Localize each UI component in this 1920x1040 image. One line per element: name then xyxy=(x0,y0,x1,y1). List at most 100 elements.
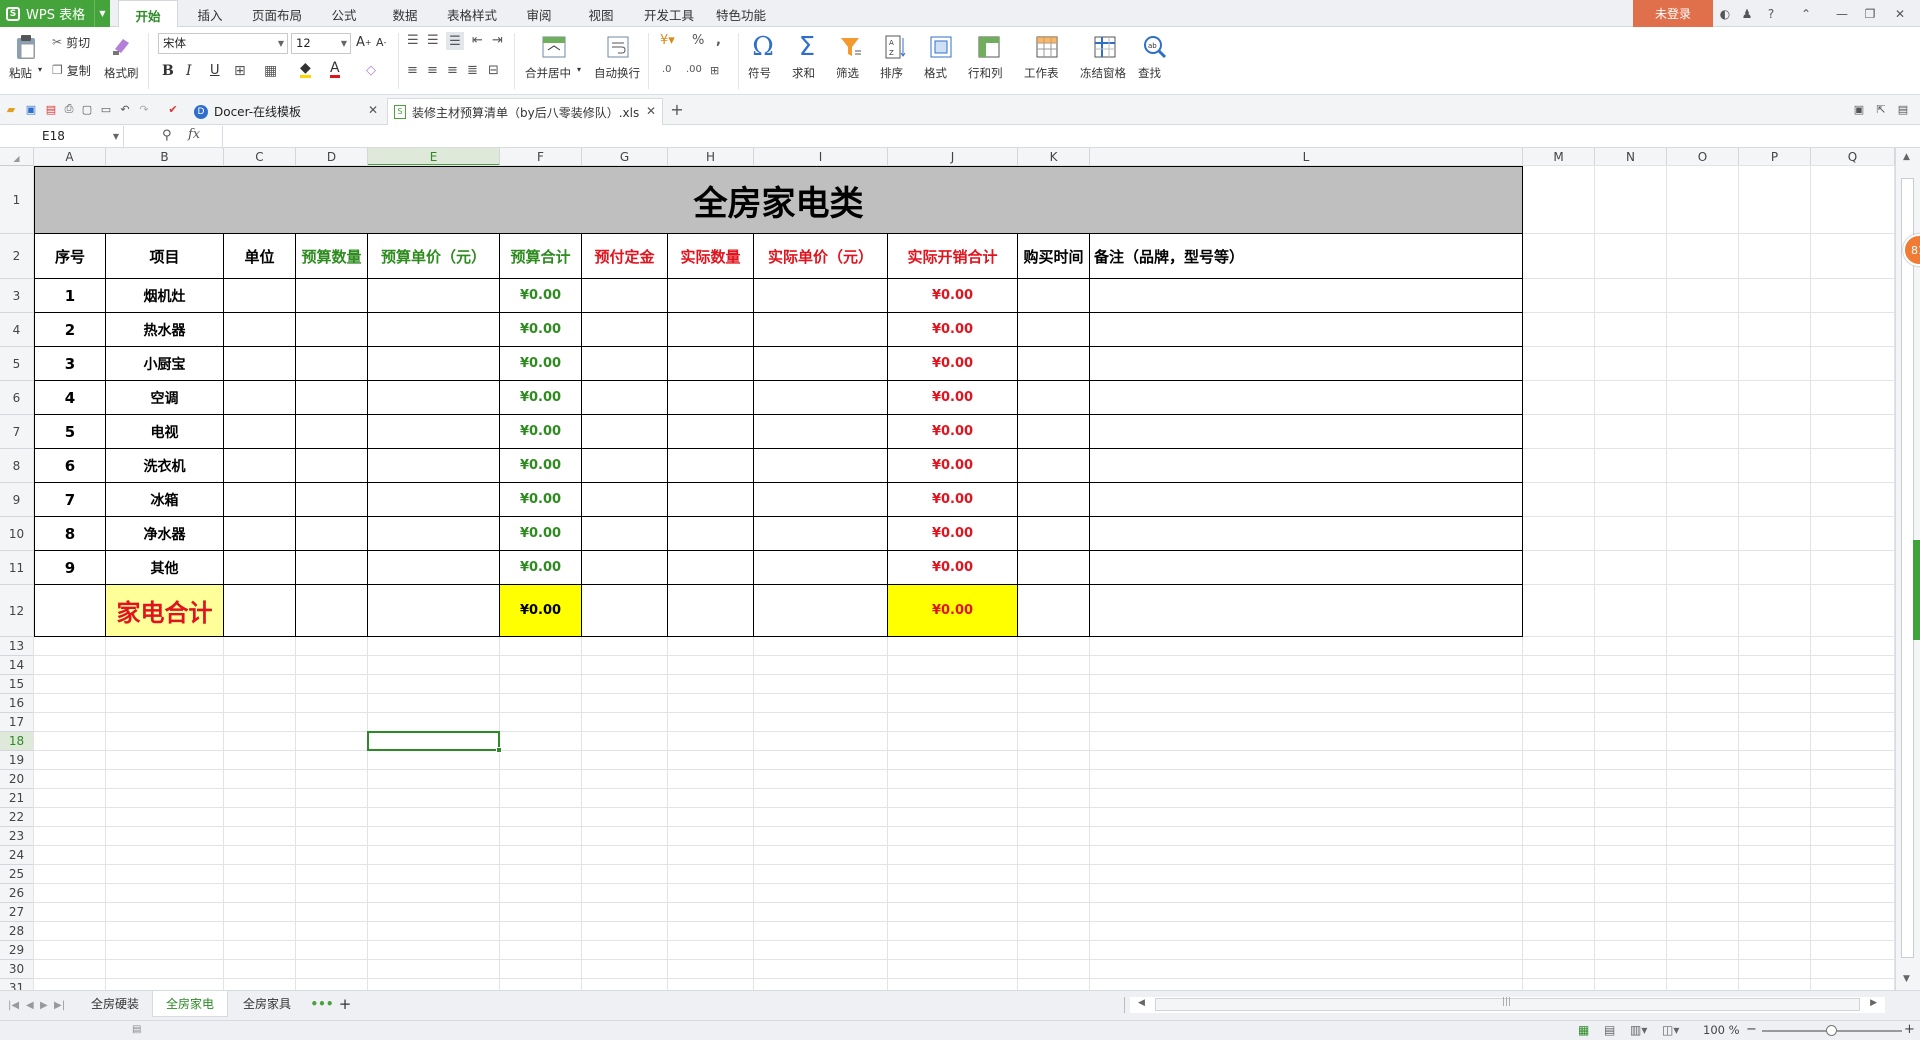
next-sheet-icon[interactable]: ▶ xyxy=(40,1000,48,1011)
page-break-view-icon[interactable]: ▤ xyxy=(1604,1023,1615,1037)
sheet-tab[interactable]: 全房硬装 xyxy=(80,991,150,1017)
tab-home[interactable]: 开始 xyxy=(118,0,178,28)
normal-view-icon[interactable]: ▦ xyxy=(1578,1023,1589,1037)
item-number[interactable]: 7 xyxy=(34,483,106,517)
header-budget-price[interactable]: 预算单价（元） xyxy=(368,234,500,279)
doc-tab-budget-xls[interactable]: S 装修主材预算清单（by后八零装修队）.xls ✕ xyxy=(387,98,663,125)
freeze-panes-label[interactable]: 冻结窗格 xyxy=(1080,65,1126,81)
table-cell[interactable] xyxy=(224,347,296,381)
justify-icon[interactable]: ≣ xyxy=(467,63,478,78)
table-cell[interactable] xyxy=(754,517,888,551)
budget-total-cell[interactable]: ¥0.00 xyxy=(500,313,582,347)
print-preview-icon[interactable]: ▢ xyxy=(80,102,94,116)
doc-tab-docer[interactable]: D Docer-在线模板 ✕ xyxy=(188,98,384,125)
zoom-formula-icon[interactable]: ⚲ xyxy=(162,128,172,143)
table-cell[interactable] xyxy=(224,279,296,313)
header-unit[interactable]: 单位 xyxy=(224,234,296,279)
restore-icon[interactable]: ❐ xyxy=(1857,0,1883,27)
clear-format-icon[interactable]: ◇ xyxy=(366,63,376,78)
omega-icon[interactable]: Ω xyxy=(748,32,778,62)
tab-developer[interactable]: 开发工具 xyxy=(637,0,701,27)
row-header[interactable]: 25 xyxy=(0,865,34,884)
close-tab-icon[interactable]: ✕ xyxy=(368,103,378,117)
row-header[interactable]: 26 xyxy=(0,884,34,903)
table-cell[interactable] xyxy=(582,279,668,313)
item-name[interactable]: 烟机灶 xyxy=(106,279,224,313)
font-size-select[interactable]: 12 ▼ xyxy=(291,33,351,54)
row-header[interactable]: 22 xyxy=(0,808,34,827)
italic-button[interactable]: I xyxy=(186,63,192,79)
column-header[interactable]: L xyxy=(1090,148,1523,166)
table-cell[interactable] xyxy=(1090,551,1523,585)
table-cell[interactable] xyxy=(224,381,296,415)
actual-total-cell[interactable]: ¥0.00 xyxy=(888,415,1018,449)
currency-format-icon[interactable]: ¥▾ xyxy=(660,33,675,48)
header-no[interactable]: 序号 xyxy=(34,234,106,279)
table-cell[interactable] xyxy=(224,313,296,347)
border-icon[interactable]: ⊞ xyxy=(234,63,246,79)
row-header[interactable]: 23 xyxy=(0,827,34,846)
column-header[interactable]: H xyxy=(668,148,754,166)
table-cell[interactable] xyxy=(582,551,668,585)
table-cell[interactable] xyxy=(368,585,500,637)
add-sheet-icon[interactable]: + xyxy=(336,991,354,1017)
budget-grand-total[interactable]: ¥0.00 xyxy=(500,585,582,637)
pdf-icon[interactable]: ▤ xyxy=(44,102,58,116)
item-name[interactable]: 净水器 xyxy=(106,517,224,551)
table-cell[interactable] xyxy=(368,517,500,551)
table-cell[interactable] xyxy=(582,347,668,381)
table-cell[interactable] xyxy=(754,313,888,347)
number-format-icon[interactable]: ⊞ xyxy=(710,64,719,77)
decrease-font-icon[interactable]: A- xyxy=(376,36,386,49)
actual-grand-total[interactable]: ¥0.00 xyxy=(888,585,1018,637)
thousands-button[interactable]: , xyxy=(716,33,721,48)
side-panel-handle[interactable] xyxy=(1913,540,1920,640)
table-cell[interactable] xyxy=(296,347,368,381)
column-header[interactable]: A xyxy=(34,148,106,166)
table-cell[interactable] xyxy=(1018,347,1090,381)
item-name[interactable]: 电视 xyxy=(106,415,224,449)
table-cell[interactable] xyxy=(1090,585,1523,637)
item-number[interactable]: 6 xyxy=(34,449,106,483)
row-col-label[interactable]: 行和列 xyxy=(968,65,1003,81)
table-cell[interactable] xyxy=(368,449,500,483)
budget-total-cell[interactable]: ¥0.00 xyxy=(500,449,582,483)
open-folder-icon[interactable]: ▰ xyxy=(4,102,18,116)
table-cell[interactable] xyxy=(668,449,754,483)
row-header[interactable]: 27 xyxy=(0,903,34,922)
table-cell[interactable] xyxy=(296,279,368,313)
table-cell[interactable] xyxy=(1018,517,1090,551)
table-cell[interactable] xyxy=(368,415,500,449)
increase-decimal-icon[interactable]: .0 xyxy=(662,64,672,75)
table-cell[interactable] xyxy=(224,449,296,483)
table-cell[interactable] xyxy=(754,585,888,637)
window-layout-icon[interactable]: ▣ xyxy=(1852,102,1866,116)
tab-insert[interactable]: 插入 xyxy=(186,0,234,27)
item-number[interactable]: 4 xyxy=(34,381,106,415)
align-middle-icon[interactable]: ☰ xyxy=(427,33,439,48)
save-icon[interactable]: ▣ xyxy=(24,102,38,116)
print-icon[interactable]: ⎙ xyxy=(62,102,76,116)
table-cell[interactable] xyxy=(296,551,368,585)
font-name-select[interactable]: 宋体 ▼ xyxy=(158,33,288,54)
underline-button[interactable]: U xyxy=(210,63,220,78)
more-quick-access-icon[interactable]: ▭ xyxy=(99,102,113,116)
header-actual-price[interactable]: 实际单价（元） xyxy=(754,234,888,279)
row-header[interactable]: 2 xyxy=(0,234,34,279)
table-cell[interactable] xyxy=(754,381,888,415)
table-cell[interactable] xyxy=(296,483,368,517)
sigma-icon[interactable]: Σ xyxy=(792,32,822,62)
budget-total-cell[interactable]: ¥0.00 xyxy=(500,279,582,313)
format-painter-label[interactable]: 格式刷 xyxy=(104,65,139,81)
table-cell[interactable] xyxy=(668,517,754,551)
wrap-text-button[interactable] xyxy=(604,33,632,61)
table-cell[interactable] xyxy=(1018,381,1090,415)
row-header[interactable]: 29 xyxy=(0,941,34,960)
symbol-label[interactable]: 符号 xyxy=(748,65,771,81)
item-name[interactable]: 其他 xyxy=(106,551,224,585)
first-sheet-icon[interactable]: |◀ xyxy=(8,1000,19,1011)
table-cell[interactable] xyxy=(754,415,888,449)
row-header[interactable]: 15 xyxy=(0,675,34,694)
table-cell[interactable] xyxy=(1018,313,1090,347)
table-cell[interactable] xyxy=(296,313,368,347)
